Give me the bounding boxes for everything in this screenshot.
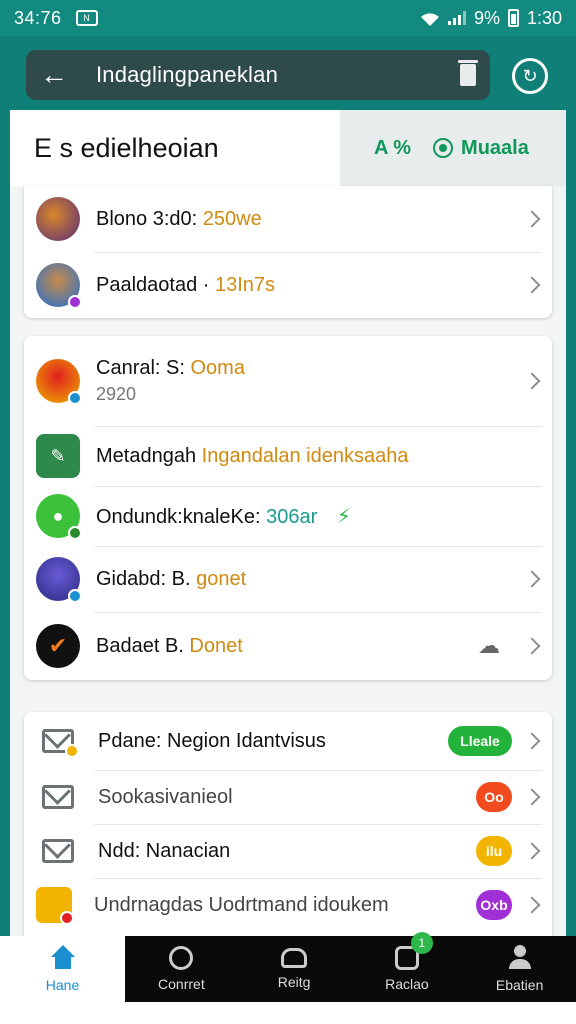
chevron-right-icon — [523, 210, 541, 228]
avatar: ✔ — [36, 624, 80, 668]
header-action-b[interactable]: Muaala — [433, 137, 529, 160]
list-item-text: Canral: S: Ooma 2920 — [96, 357, 245, 404]
circle-check-icon — [169, 946, 194, 970]
avatar — [36, 557, 82, 603]
header-actions: A % Muaala — [340, 110, 566, 186]
status-time-left: 34:76 — [14, 7, 62, 28]
list-item[interactable]: ● Ondundk:knaleKe: 306ar ⚡ — [24, 486, 552, 546]
signal-icon — [447, 11, 466, 25]
list-item-text: Blono 3:d0: 250we — [96, 207, 262, 230]
app-icon: ✎ — [36, 434, 80, 478]
avatar: ● — [36, 494, 82, 540]
list-item[interactable]: Ndd: Nanacian ilu — [24, 824, 552, 878]
status-badge: Oxb — [476, 890, 512, 920]
gesture-bar — [0, 1002, 576, 1024]
notification-badge: 1 — [410, 932, 433, 954]
bolt-icon: ⚡ — [336, 505, 351, 528]
home-icon — [49, 945, 77, 971]
list-item[interactable]: Pdane: Negion Idantvisus Lleale — [24, 712, 552, 770]
list-item-text: Paaldaotad · 13In7s — [96, 273, 276, 296]
list-item-text: Ndd: Nanacian — [98, 839, 231, 862]
trash-icon[interactable] — [458, 60, 478, 86]
avatar — [36, 359, 82, 405]
battery-percent: 9% — [473, 7, 500, 28]
nav-reitg[interactable]: Reitg — [238, 936, 351, 1002]
nav-home[interactable]: Hane — [0, 936, 125, 1002]
list-item-text: Metadngah Ingandalan idenksaaha — [96, 444, 409, 467]
header-action-a[interactable]: A % — [374, 137, 411, 160]
app-bar: ← Indaglingpaneklan ↻ — [0, 36, 576, 110]
list-item-text: Sookasivanieol — [98, 785, 233, 808]
nav-connect[interactable]: Conrret — [125, 936, 238, 1002]
camera-icon — [281, 948, 308, 968]
list-item[interactable]: Paaldaotad · 13In7s — [24, 252, 552, 318]
chevron-right-icon — [523, 276, 541, 294]
back-arrow-icon[interactable]: ← — [40, 61, 70, 89]
nav-profile[interactable]: Ebatien — [463, 936, 576, 1002]
card-group-3: Pdane: Negion Idantvisus Lleale Sookasiv… — [24, 712, 552, 936]
mail-icon — [42, 729, 79, 758]
bottom-navigation: Hane Conrret Reitg 1 Raclao Ebatien — [0, 932, 576, 1002]
person-icon — [506, 945, 534, 971]
chevron-right-icon — [523, 732, 541, 750]
avatar — [36, 263, 82, 309]
avatar — [36, 197, 80, 241]
list-item[interactable]: Gidabd: B. gonet — [24, 546, 552, 612]
status-badge: Lleale — [448, 726, 512, 756]
status-badge: Oo — [476, 782, 512, 812]
chevron-right-icon — [523, 896, 541, 914]
list-item-text: Gidabd: B. gonet — [96, 567, 247, 590]
list-item[interactable]: Canral: S: Ooma 2920 — [24, 336, 552, 426]
list-item[interactable]: ✔ Badaet B. Donet ☁ — [24, 612, 552, 680]
status-bar: 34:76 N 9% 1:30 — [0, 0, 576, 36]
nav-radio[interactable]: 1 Raclao — [351, 932, 464, 1002]
app-bar-title: Indaglingpaneklan — [96, 62, 278, 87]
chevron-right-icon — [523, 372, 541, 390]
notification-icon: N — [75, 10, 98, 26]
chevron-right-icon — [523, 842, 541, 860]
chevron-right-icon — [523, 637, 541, 655]
mail-icon — [42, 785, 74, 809]
wifi-icon — [420, 11, 440, 26]
status-badge: ilu — [476, 836, 512, 866]
battery-icon — [507, 9, 519, 27]
main-content: E s edielheoian A % Muaala Blono 3:d0: 2… — [10, 110, 566, 936]
status-time-right: 1:30 — [526, 7, 562, 28]
chevron-right-icon — [523, 788, 541, 806]
search-bar[interactable]: ← Indaglingpaneklan — [26, 50, 490, 100]
mail-icon — [42, 839, 74, 863]
status-indicators: 9% 1:30 — [420, 8, 562, 29]
sync-icon[interactable]: ↻ — [512, 58, 548, 94]
chevron-right-icon — [523, 570, 541, 588]
circle-icon — [433, 138, 454, 158]
list-item-text: Pdane: Negion Idantvisus — [98, 729, 326, 752]
list-item[interactable]: Sookasivanieol Oo — [24, 770, 552, 824]
list-item[interactable]: ✎ Metadngah Ingandalan idenksaaha — [24, 426, 552, 486]
list-item[interactable]: Undrnagdas Uodrtmand idoukem Oxb — [24, 878, 552, 932]
card-group-1: Blono 3:d0: 250we Paaldaotad · 13In7s — [24, 186, 552, 318]
card-group-2: Canral: S: Ooma 2920 ✎ Metadngah Ingandal… — [24, 336, 552, 680]
section-header: E s edielheoian A % Muaala — [10, 110, 566, 186]
list-item-text: Badaet B. Donet — [96, 634, 243, 657]
list-item[interactable]: Blono 3:d0: 250we — [24, 186, 552, 252]
list-item-text: Ondundk:knaleKe: 306ar ⚡ — [96, 505, 351, 528]
cloud-icon[interactable]: ☁ — [478, 633, 500, 659]
section-title: E s edielheoian — [10, 110, 340, 186]
list-item-text: Undrnagdas Uodrtmand idoukem — [94, 893, 389, 916]
pizza-icon — [36, 887, 74, 925]
